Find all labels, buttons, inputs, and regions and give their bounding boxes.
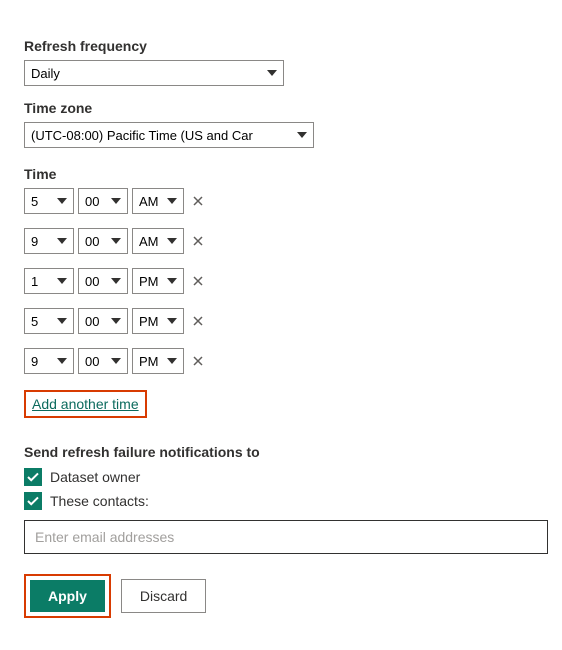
refresh-frequency-label: Refresh frequency: [24, 38, 538, 54]
hour-select[interactable]: 5: [24, 308, 74, 334]
these-contacts-checkbox[interactable]: [24, 492, 42, 510]
hour-select[interactable]: 9: [24, 348, 74, 374]
checkmark-icon: [27, 495, 39, 507]
remove-time-icon[interactable]: [190, 273, 206, 289]
time-zone-label: Time zone: [24, 100, 538, 116]
ampm-select[interactable]: AM: [132, 228, 184, 254]
email-addresses-input[interactable]: [24, 520, 548, 554]
hour-select[interactable]: 9: [24, 228, 74, 254]
discard-button[interactable]: Discard: [121, 579, 206, 613]
remove-time-icon[interactable]: [190, 353, 206, 369]
ampm-select[interactable]: PM: [132, 308, 184, 334]
hour-select[interactable]: 5: [24, 188, 74, 214]
apply-highlight: Apply: [24, 574, 111, 618]
add-time-highlight: Add another time: [24, 390, 147, 418]
ampm-select[interactable]: AM: [132, 188, 184, 214]
time-row: 500AM: [24, 188, 538, 214]
notifications-label: Send refresh failure notifications to: [24, 444, 538, 460]
remove-time-icon[interactable]: [190, 193, 206, 209]
remove-time-icon[interactable]: [190, 313, 206, 329]
dataset-owner-checkbox[interactable]: [24, 468, 42, 486]
refresh-frequency-select[interactable]: Daily: [24, 60, 284, 86]
apply-button[interactable]: Apply: [30, 580, 105, 612]
checkmark-icon: [27, 471, 39, 483]
minute-select[interactable]: 00: [78, 308, 128, 334]
these-contacts-label: These contacts:: [50, 493, 149, 509]
time-row: 100PM: [24, 268, 538, 294]
time-row: 500PM: [24, 308, 538, 334]
time-row: 900AM: [24, 228, 538, 254]
dataset-owner-label: Dataset owner: [50, 469, 140, 485]
remove-time-icon[interactable]: [190, 233, 206, 249]
minute-select[interactable]: 00: [78, 188, 128, 214]
hour-select[interactable]: 1: [24, 268, 74, 294]
minute-select[interactable]: 00: [78, 268, 128, 294]
time-label: Time: [24, 166, 538, 182]
ampm-select[interactable]: PM: [132, 348, 184, 374]
add-another-time-link[interactable]: Add another time: [32, 396, 139, 412]
time-row: 900PM: [24, 348, 538, 374]
time-zone-select[interactable]: (UTC-08:00) Pacific Time (US and Car: [24, 122, 314, 148]
minute-select[interactable]: 00: [78, 228, 128, 254]
ampm-select[interactable]: PM: [132, 268, 184, 294]
minute-select[interactable]: 00: [78, 348, 128, 374]
